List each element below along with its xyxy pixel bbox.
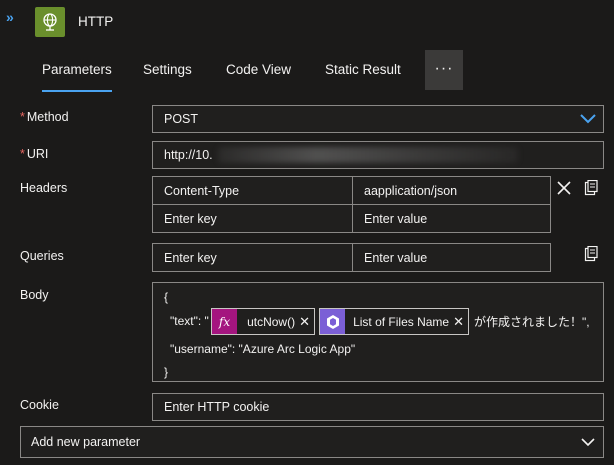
remove-token-icon[interactable]: ✕ (453, 314, 468, 330)
query-value-placeholder: Enter value (364, 250, 428, 265)
add-parameter-label: Add new parameter (31, 435, 141, 449)
method-value: POST (164, 112, 199, 126)
function-token-utcnow[interactable]: fx utcNow() ✕ (211, 308, 315, 335)
headers-label: Headers (20, 181, 68, 195)
redacted-url-blur (218, 147, 518, 163)
header-key-input[interactable]: Enter key (152, 204, 353, 233)
card-header: » HTTP (0, 0, 614, 44)
dynamic-content-token-list-of-files-name[interactable]: List of Files Name ✕ (319, 308, 469, 335)
header-value-placeholder: Enter value (364, 211, 428, 226)
cookie-label: Cookie (20, 398, 59, 412)
token-label: utcNow() (247, 314, 296, 329)
queries-label: Queries (20, 249, 64, 263)
header-key-placeholder: Enter key (164, 211, 217, 226)
method-dropdown[interactable]: POST (152, 105, 604, 133)
switch-to-text-mode-icon[interactable] (584, 245, 598, 265)
header-key-text: Content-Type (164, 183, 240, 198)
tab-code-view[interactable]: Code View (226, 50, 291, 90)
cookie-input[interactable]: Enter HTTP cookie (152, 393, 604, 421)
http-globe-icon (35, 7, 65, 37)
method-label: * Method (20, 110, 69, 124)
body-label: Body (20, 288, 49, 302)
close-icon[interactable] (556, 180, 572, 199)
tab-static-result[interactable]: Static Result (325, 50, 401, 90)
uri-label: * URI (20, 147, 48, 161)
uri-label-text: URI (26, 147, 49, 161)
query-key-placeholder: Enter key (164, 250, 217, 265)
header-key-cell[interactable]: Content-Type (152, 176, 353, 205)
collapse-chevrons-icon[interactable]: » (6, 9, 14, 25)
function-fx-icon: fx (212, 309, 238, 334)
token-label: List of Files Name (353, 314, 450, 329)
body-username-line: "username": "Azure Arc Logic App" (170, 342, 356, 356)
logic-app-trigger-icon (320, 309, 346, 334)
more-options-button[interactable]: ··· (425, 50, 463, 90)
remove-token-icon[interactable]: ✕ (299, 314, 314, 330)
header-value-input[interactable]: Enter value (352, 204, 551, 233)
chevron-down-icon[interactable] (573, 106, 603, 132)
body-close-brace: } (164, 365, 169, 379)
body-text-suffix: が作成されました！", (474, 315, 590, 329)
body-open-brace: { (164, 290, 169, 304)
uri-value: http://10. (164, 148, 213, 162)
query-value-input[interactable]: Enter value (352, 243, 551, 272)
tab-settings[interactable]: Settings (143, 50, 192, 90)
switch-to-text-mode-icon[interactable] (584, 179, 598, 199)
required-mark: * (20, 147, 25, 161)
chevron-down-icon[interactable] (573, 427, 603, 457)
method-label-text: Method (26, 110, 69, 124)
query-key-input[interactable]: Enter key (152, 243, 353, 272)
tab-parameters[interactable]: Parameters (42, 50, 112, 92)
header-value-text: aapplication/json (364, 183, 458, 198)
required-mark: * (20, 110, 25, 124)
card-title: HTTP (78, 14, 114, 29)
header-value-cell[interactable]: aapplication/json (352, 176, 551, 205)
cookie-placeholder: Enter HTTP cookie (164, 400, 270, 414)
body-text-key: "text": " (170, 314, 209, 328)
add-new-parameter-dropdown[interactable]: Add new parameter (20, 426, 604, 458)
tab-bar: Parameters Settings Code View Static Res… (30, 50, 470, 92)
